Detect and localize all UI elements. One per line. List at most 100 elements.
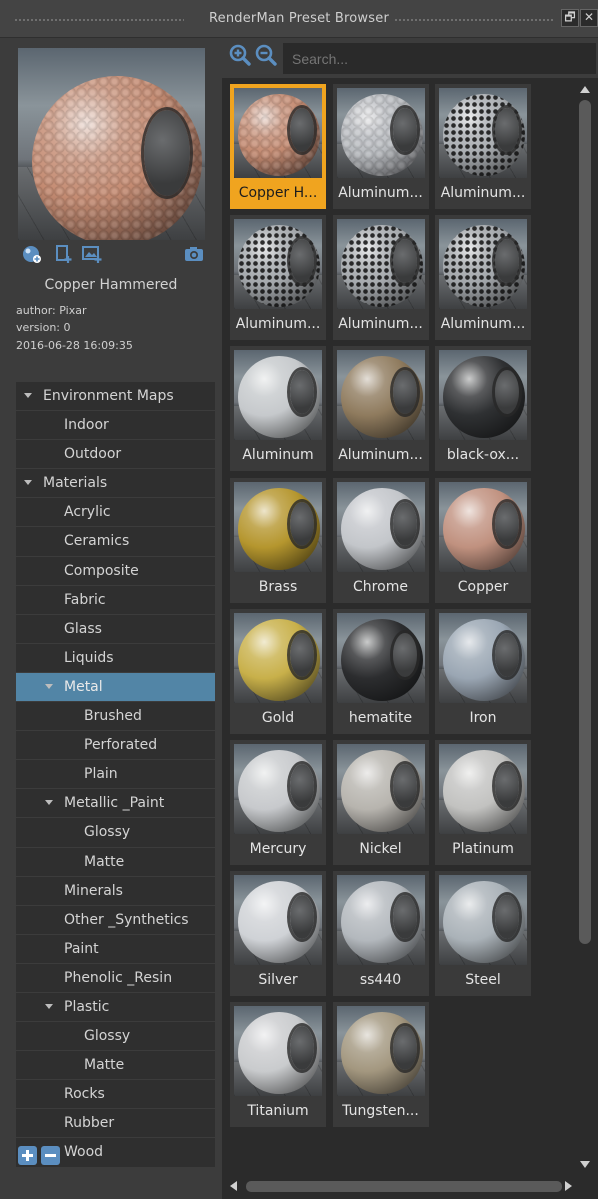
preset-card[interactable]: Titanium xyxy=(230,1002,326,1128)
tree-item[interactable]: Paint xyxy=(16,934,215,964)
preset-card[interactable]: Aluminum xyxy=(230,346,326,472)
expand-arrow-icon[interactable] xyxy=(24,480,32,486)
expand-arrow-icon[interactable] xyxy=(45,800,53,806)
preset-version: version: 0 xyxy=(16,321,71,334)
title-bar[interactable]: RenderMan Preset Browser 🗗 ✕ xyxy=(0,0,598,38)
tree-item[interactable]: Fabric xyxy=(16,585,215,615)
preset-card[interactable]: Copper xyxy=(435,477,531,603)
preset-card[interactable]: Aluminum... xyxy=(435,84,531,209)
tree-item-label: Matte xyxy=(84,853,125,870)
expand-arrow-icon[interactable] xyxy=(24,393,32,398)
preset-card[interactable]: Aluminum... xyxy=(435,215,531,341)
vertical-scroll-thumb[interactable] xyxy=(579,100,591,944)
tree-item[interactable]: Environment Maps xyxy=(16,382,215,412)
preset-card[interactable]: Nickel xyxy=(332,740,429,865)
tree-item-label: Plastic xyxy=(64,998,110,1015)
preset-card[interactable]: Platinum xyxy=(435,740,531,865)
zoom-out-icon[interactable] xyxy=(255,44,277,66)
add-category-button[interactable] xyxy=(18,1146,37,1165)
preset-card[interactable]: Silver xyxy=(230,871,326,997)
preset-card[interactable]: Tungsten... xyxy=(332,1002,429,1128)
drag-grip[interactable] xyxy=(394,18,554,22)
scroll-left-icon[interactable] xyxy=(230,1181,237,1191)
tree-item[interactable]: Glossy xyxy=(16,818,215,848)
preset-card[interactable]: ss440 xyxy=(332,871,429,997)
preset-card[interactable]: black-ox... xyxy=(435,346,531,472)
tree-item[interactable]: Metal xyxy=(16,672,215,703)
tree-item[interactable]: Liquids xyxy=(16,643,215,673)
tree-item-label: Glass xyxy=(64,620,102,637)
vertical-scrollbar[interactable] xyxy=(576,84,594,1172)
tree-item[interactable]: Rocks xyxy=(16,1080,215,1110)
tree-item-label: Ceramics xyxy=(64,533,130,550)
camera-icon[interactable] xyxy=(184,244,204,264)
preset-label: Iron xyxy=(469,709,497,726)
expand-arrow-icon[interactable] xyxy=(45,683,53,689)
preset-card[interactable]: Mercury xyxy=(230,740,326,865)
add-preset-icon[interactable] xyxy=(54,244,74,264)
add-image-icon[interactable] xyxy=(82,244,102,264)
tree-item[interactable]: Plain xyxy=(16,760,215,790)
remove-category-button[interactable] xyxy=(41,1146,60,1165)
scroll-right-icon[interactable] xyxy=(565,1181,572,1191)
preset-thumbnail xyxy=(234,88,322,178)
tree-item[interactable]: Rubber xyxy=(16,1109,215,1139)
tree-item[interactable]: Glossy xyxy=(16,1022,215,1052)
preset-thumbnail xyxy=(336,481,425,572)
material-sphere xyxy=(443,356,525,439)
horizontal-scroll-thumb[interactable] xyxy=(246,1181,562,1192)
preset-thumbnail xyxy=(336,88,425,178)
tree-item[interactable]: Ceramics xyxy=(16,527,215,557)
preset-card[interactable]: hematite xyxy=(332,608,429,734)
material-sphere xyxy=(238,94,320,176)
preset-card[interactable]: Aluminum... xyxy=(230,215,326,341)
preset-card[interactable]: Chrome xyxy=(332,477,429,603)
tree-item[interactable]: Materials xyxy=(16,469,215,499)
tree-item[interactable]: Outdoor xyxy=(16,440,215,470)
tree-item-label: Metal xyxy=(64,678,103,695)
scroll-down-icon[interactable] xyxy=(580,1161,590,1168)
material-sphere xyxy=(340,1012,423,1095)
preset-thumbnail xyxy=(439,350,527,441)
preset-card[interactable]: Copper H... xyxy=(230,84,326,209)
preset-card[interactable]: Iron xyxy=(435,608,531,734)
tree-item-label: Matte xyxy=(84,1057,125,1074)
preset-thumbnail xyxy=(336,219,425,310)
preset-label: ss440 xyxy=(359,972,402,989)
preset-card[interactable]: Aluminum... xyxy=(332,346,429,472)
tree-item[interactable]: Metallic _Paint xyxy=(16,789,215,819)
search-input[interactable] xyxy=(283,43,596,74)
tree-item[interactable]: Matte xyxy=(16,847,215,877)
close-window-button[interactable]: ✕ xyxy=(580,9,598,27)
zoom-in-icon[interactable] xyxy=(229,44,251,66)
tree-item[interactable]: Acrylic xyxy=(16,498,215,528)
float-window-button[interactable]: 🗗 xyxy=(561,9,579,27)
tree-item[interactable]: Phenolic _Resin xyxy=(16,963,215,993)
tree-item[interactable]: Perforated xyxy=(16,731,215,761)
tree-item[interactable]: Composite xyxy=(16,556,215,586)
tree-item[interactable]: Glass xyxy=(16,614,215,644)
render-preview-icon[interactable] xyxy=(22,244,42,264)
preset-label: hematite xyxy=(348,709,413,726)
preset-card[interactable]: Aluminum... xyxy=(332,84,429,209)
preset-card[interactable]: Aluminum... xyxy=(332,215,429,341)
preset-card[interactable]: Gold xyxy=(230,608,326,734)
preset-card[interactable]: Brass xyxy=(230,477,326,603)
expand-arrow-icon[interactable] xyxy=(45,1003,53,1009)
preset-thumbnail xyxy=(336,350,425,441)
tree-item[interactable]: Matte xyxy=(16,1051,215,1081)
tree-item-label: Indoor xyxy=(64,417,109,434)
preset-card[interactable]: Steel xyxy=(435,871,531,997)
tree-item[interactable]: Brushed xyxy=(16,702,215,732)
scroll-up-icon[interactable] xyxy=(580,86,590,93)
tree-item[interactable]: Indoor xyxy=(16,411,215,441)
tree-item[interactable]: Plastic xyxy=(16,992,215,1023)
preset-thumbnail xyxy=(336,875,425,966)
horizontal-scrollbar[interactable] xyxy=(222,1175,576,1195)
preset-thumbnail xyxy=(336,612,425,703)
preset-thumbnail xyxy=(439,875,527,966)
preset-label: Gold xyxy=(261,709,295,726)
preset-label: Platinum xyxy=(452,841,514,857)
tree-item[interactable]: Minerals xyxy=(16,876,215,906)
tree-item[interactable]: Other _Synthetics xyxy=(16,905,215,935)
